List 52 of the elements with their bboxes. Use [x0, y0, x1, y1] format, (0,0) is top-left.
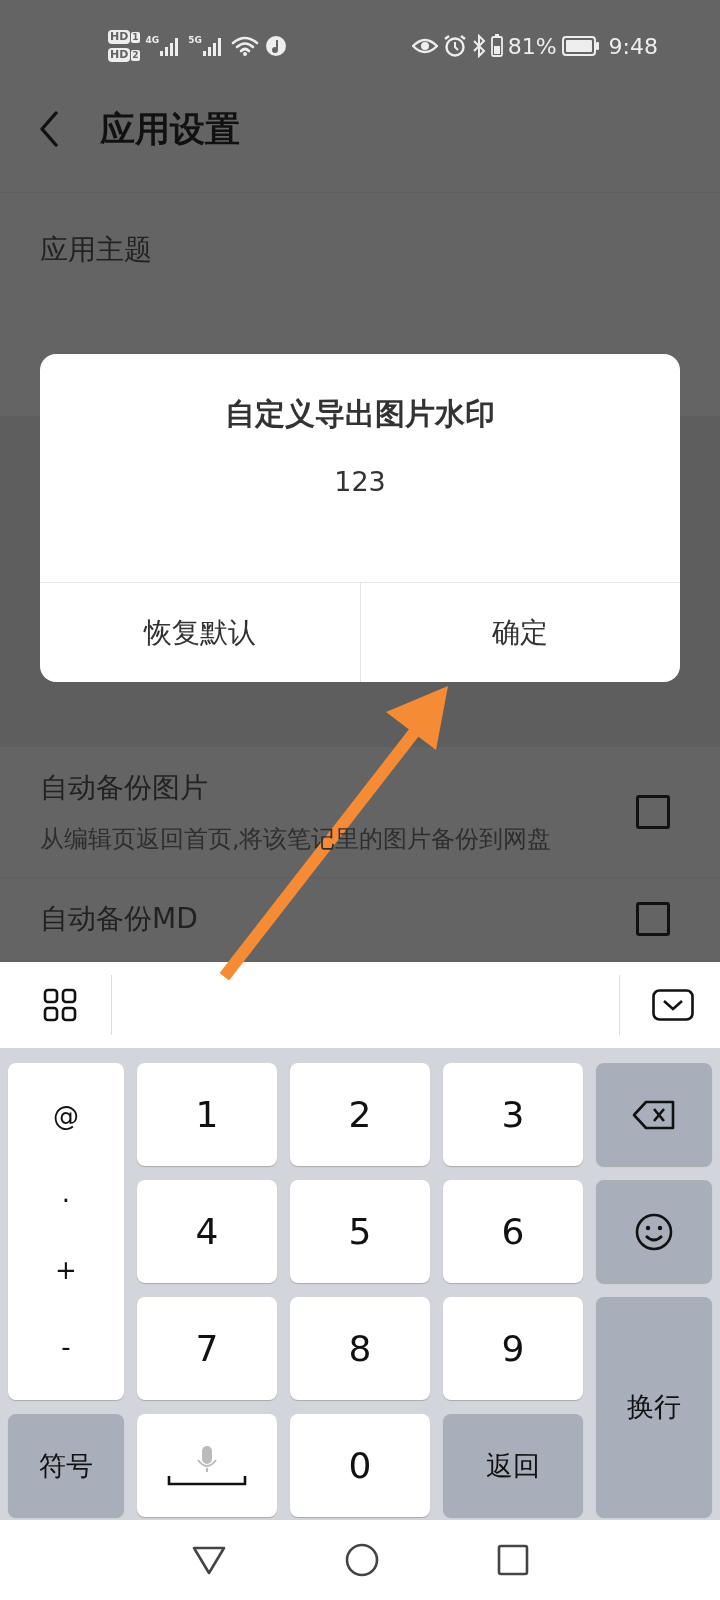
eye-icon — [411, 36, 438, 56]
clock-time: 9:48 — [608, 33, 658, 59]
checkbox[interactable] — [636, 795, 670, 829]
emoji-key[interactable] — [596, 1180, 712, 1283]
enter-key[interactable]: 换行 — [596, 1297, 712, 1517]
digit-key[interactable]: 4 — [137, 1180, 277, 1283]
symbol-key[interactable]: + — [55, 1255, 77, 1286]
digit-key[interactable]: 2 — [290, 1063, 430, 1166]
music-note-icon — [264, 35, 287, 57]
function-key[interactable]: 返回 — [443, 1414, 583, 1517]
symbol-key[interactable]: . — [61, 1177, 71, 1208]
recents-square-icon[interactable] — [497, 1544, 529, 1576]
watermark-text: 123 — [333, 466, 387, 499]
home-circle-icon[interactable] — [345, 1543, 379, 1577]
checkbox[interactable] — [636, 902, 670, 936]
digit-key[interactable]: 6 — [443, 1180, 583, 1283]
back-icon[interactable] — [38, 111, 60, 147]
hd-badge: HD — [108, 48, 131, 62]
digit-key[interactable]: 0 — [290, 1414, 430, 1517]
dialog-title: 自定义导出图片水印 — [224, 395, 496, 433]
digit-key[interactable]: 1 — [137, 1063, 277, 1166]
dialog-button[interactable]: 确定 — [359, 583, 680, 682]
bluetooth-icon — [471, 34, 486, 58]
digit-key[interactable]: 3 — [443, 1063, 583, 1166]
page-title: 应用设置 — [100, 107, 240, 151]
wifi-icon — [230, 35, 259, 57]
battery-icon — [561, 36, 600, 56]
symbol-key[interactable]: @ — [53, 1100, 79, 1131]
keyboard-hide-icon[interactable] — [652, 989, 694, 1021]
digit-key[interactable]: 9 — [443, 1297, 583, 1400]
battery-percent: 81% — [507, 33, 557, 59]
digit-key[interactable]: 5 — [290, 1180, 430, 1283]
digit-key[interactable]: 8 — [290, 1297, 430, 1400]
microphone-icon — [165, 1443, 249, 1488]
digit-key[interactable]: 7 — [137, 1297, 277, 1400]
grid-icon[interactable] — [43, 988, 77, 1022]
symbol-key[interactable]: - — [61, 1332, 71, 1363]
alarm-clock-icon — [442, 34, 467, 58]
setting-title: 自动备份图片 — [40, 770, 209, 806]
function-key[interactable]: 符号 — [8, 1414, 124, 1517]
network-label: 4G — [145, 35, 160, 45]
network-label: 5G — [188, 35, 202, 45]
setting-title: 自动备份MD — [40, 901, 198, 937]
small-battery-icon — [490, 34, 503, 58]
sim-slot-label: 1 — [131, 31, 140, 43]
dialog-button[interactable]: 恢复默认 — [40, 583, 360, 682]
hd-badge: HD — [108, 30, 131, 44]
smiley-icon — [634, 1211, 674, 1252]
backspace-icon — [632, 1099, 676, 1130]
backspace-key[interactable] — [596, 1063, 712, 1166]
sim-slot-label: 2 — [131, 49, 140, 61]
back-triangle-icon[interactable] — [191, 1544, 227, 1576]
